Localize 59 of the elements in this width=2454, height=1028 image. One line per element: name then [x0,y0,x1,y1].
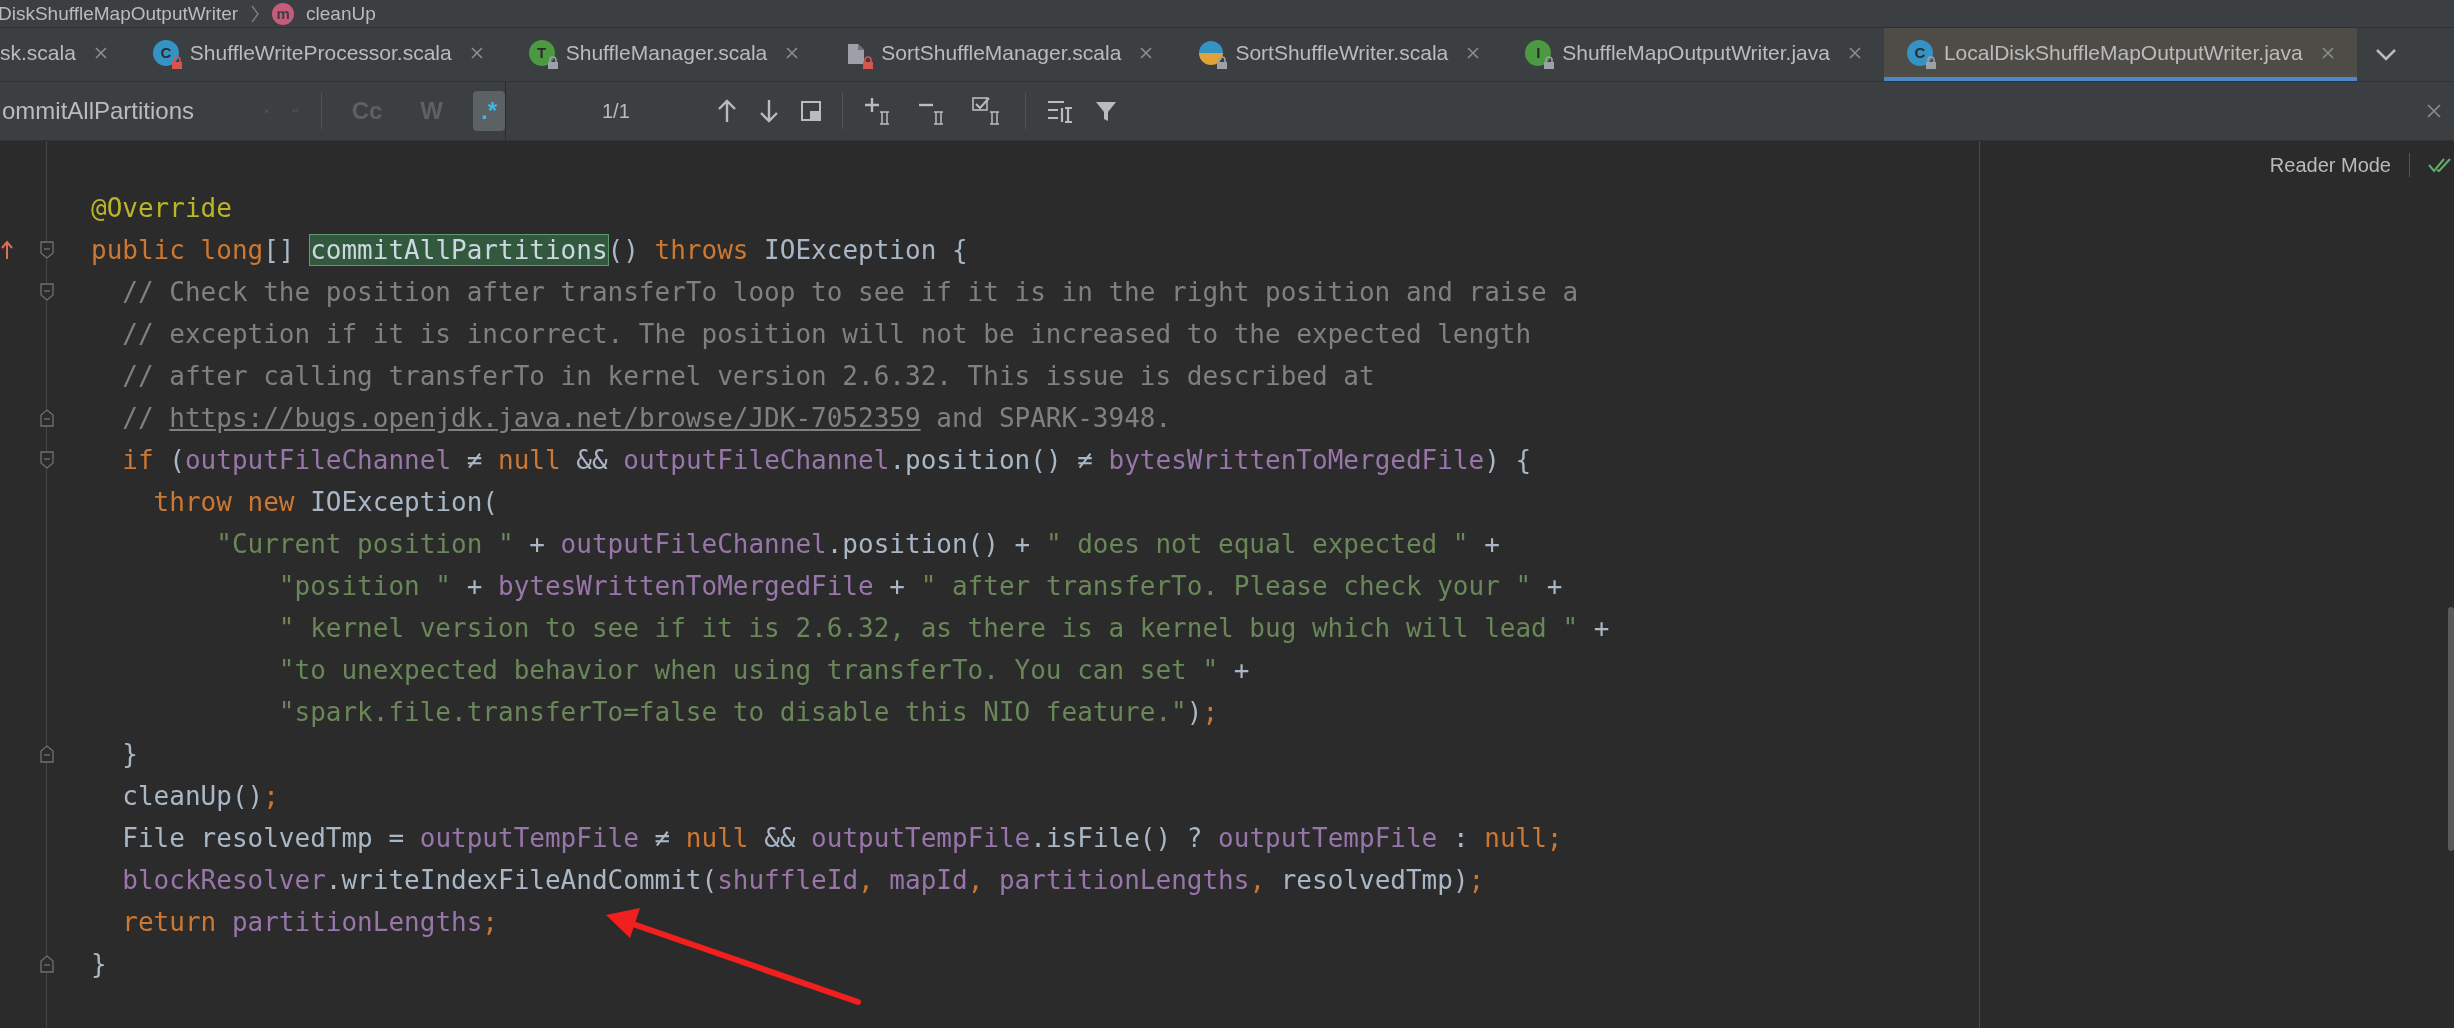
editor-tab[interactable]: SortShuffleWriter.scala [1175,28,1503,81]
close-icon[interactable] [2426,103,2442,119]
search-field[interactable]: ommitAllPartitions [0,97,242,125]
fold-icon[interactable] [39,744,55,764]
breadcrumb-item[interactable]: cleanUp [306,2,376,25]
match-count: 1/1 [602,99,630,123]
code-line: " kernel version to see if it is 2.6.32, as there is a kernel bug which will lead " + [277,613,1610,643]
close-icon[interactable] [785,45,800,60]
class-icon: T [528,39,555,66]
fold-icon[interactable] [39,408,55,428]
code-line: // after calling transferTo in kernel version 2.6.32. This issue is described at [121,361,1375,391]
class-icon: C [1906,39,1933,66]
code-line: } [121,739,138,769]
close-icon[interactable] [2320,45,2335,60]
editor-tab[interactable]: C ShuffleWriteProcessor.scala [129,28,506,81]
fold-icon[interactable] [39,450,55,470]
breadcrumb-item[interactable]: DiskShuffleMapOutputWriter [0,2,239,25]
close-icon[interactable] [93,45,108,60]
close-icon[interactable] [469,45,484,60]
code-line: throw new IOException( [152,487,498,517]
chevron-icon [250,3,261,24]
editor-tab[interactable]: I ShuffleMapOutputWriter.java [1502,28,1884,81]
code-line: // exception if it is incorrect. The position will not be increased to the expected length [121,319,1532,349]
code-line: @Override [90,193,232,223]
method-icon: m [272,2,295,25]
class-icon: C [152,39,179,66]
code-line: // Check the position after transferTo loop to see if it is in the right position and raise a [121,277,1579,307]
code-line: File resolvedTmp = outputTempFile ≠ null && outputTempFile.isFile() ? outputTempFile : null; [121,823,1563,853]
code-line: "position " + bytesWrittenToMergedFile + " after transferTo. Please check your " + [277,571,1563,601]
class-icon: I [1525,39,1552,66]
code-line: if (outputFileChannel ≠ null && outputFileChannel.position() ≠ bytesWrittenToMergedFile) { [121,445,1532,475]
code-line: "Current position " + outputFileChannel.position() + " does not equal expected " + [215,529,1500,559]
code-line: "spark.file.transferTo=false to disable this NIO feature."); [277,697,1219,727]
window-icon[interactable] [799,100,822,122]
code-line: // https://bugs.openjdk.java.net/browse/JDK-7052359 and SPARK-3948. [121,403,1172,433]
close-icon[interactable] [1847,45,1862,60]
code-line: "to unexpected behavior when using transferTo. You can set " + [277,655,1250,685]
filter-icon[interactable] [1093,99,1118,123]
code-line: public long[] commitAllPartitions() throws IOException { [90,235,968,265]
code-line: } [90,949,107,979]
editor-tab[interactable]: C LocalDiskShuffleMapOutputWriter.java [1883,28,2357,81]
editor-tab[interactable]: T ShuffleManager.scala [505,28,822,81]
editor-tab[interactable]: SortShuffleManager.scala [821,28,1176,81]
close-icon[interactable] [1139,45,1154,60]
scrollbar-thumb[interactable] [2448,607,2454,851]
filter-lines-icon[interactable] [1045,98,1074,124]
fold-icon[interactable] [39,240,55,260]
editor-tab[interactable]: sk.scala [0,28,130,81]
fold-icon[interactable] [39,282,55,302]
arrow-down-icon[interactable] [757,98,780,124]
close-icon[interactable] [1466,45,1481,60]
chevron-down-icon[interactable] [2374,47,2397,62]
code-line: blockResolver.writeIndexFileAndCommit(shuffleId, mapId, partitionLengths, resolvedTmp); [121,865,1485,895]
double-check-icon [2428,156,2452,174]
override-arrow-icon[interactable] [0,239,14,261]
fold-icon[interactable] [39,954,55,974]
code-line: cleanUp(); [121,781,279,811]
code-line: return partitionLengths; [121,907,498,937]
reader-mode-link[interactable]: Reader Mode [2269,153,2391,177]
